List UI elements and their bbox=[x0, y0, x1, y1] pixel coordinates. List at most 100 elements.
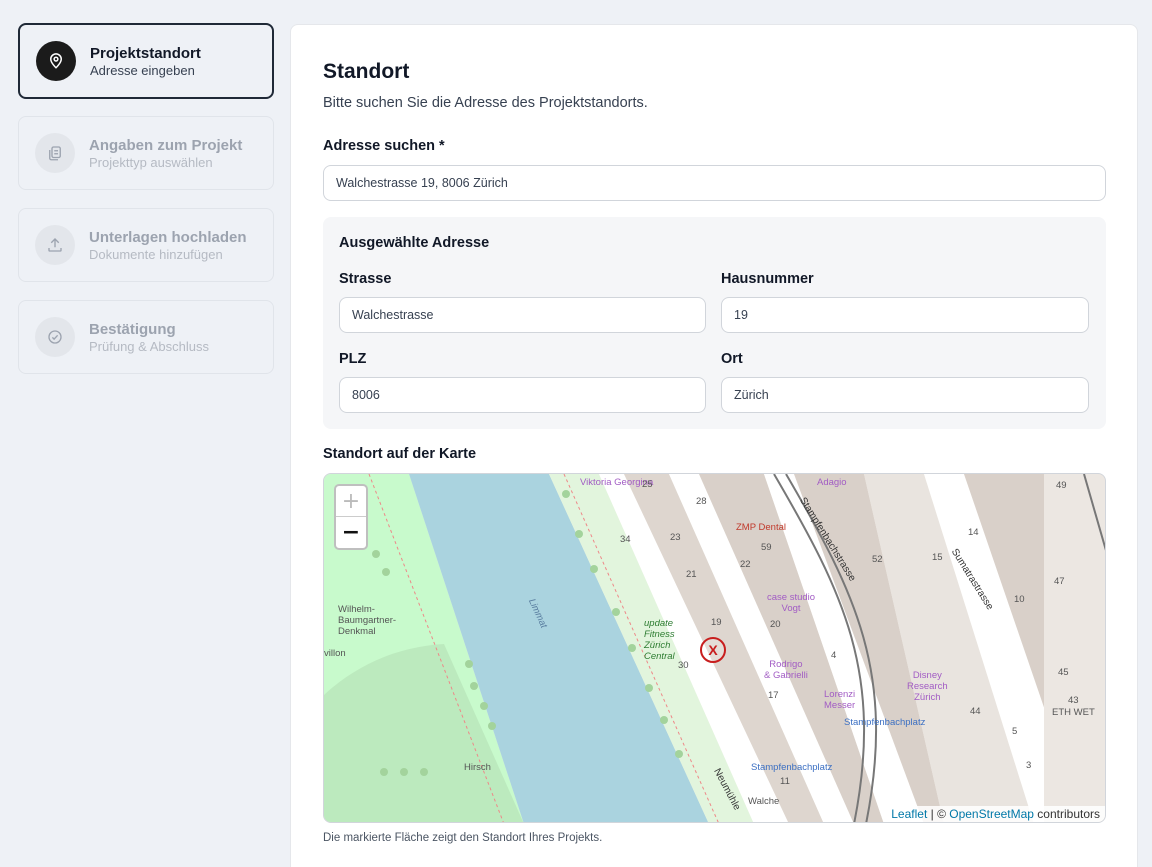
map-label-stampfenbachplatz-2: Stampfenbachplatz bbox=[751, 762, 833, 773]
house-number-label-3: 3 bbox=[1026, 760, 1032, 771]
map-label-line: Zürich bbox=[644, 640, 671, 651]
map-label-line: case studio bbox=[767, 592, 816, 603]
map-label: Standort auf der Karte bbox=[323, 446, 477, 462]
selected-address-panel: Ausgewählte Adresse Strasse Walchestrass… bbox=[323, 217, 1106, 429]
map-label-line: Fitness bbox=[644, 629, 675, 640]
street-label: Strasse bbox=[339, 271, 392, 287]
map-label-line: Lorenzi bbox=[824, 689, 856, 700]
attribution-suffix: contributors bbox=[1033, 807, 1100, 821]
zoom-in-button[interactable]: + bbox=[336, 486, 366, 517]
map-label-adagio: Adagio bbox=[817, 477, 847, 488]
house-number-label-44: 44 bbox=[970, 706, 981, 717]
address-search-input[interactable]: Walchestrasse 19, 8006 Zürich bbox=[323, 165, 1106, 201]
upload-icon bbox=[35, 225, 75, 265]
selected-address-title: Ausgewählte Adresse bbox=[339, 235, 490, 251]
house-number-label-20: 20 bbox=[770, 619, 781, 630]
map-label-line: Research bbox=[907, 681, 948, 692]
map-label-villon: villon bbox=[324, 648, 346, 659]
location-pin-icon bbox=[36, 41, 76, 81]
step-angaben-zum-projekt[interactable]: Angaben zum Projekt Projekttyp auswählen bbox=[18, 116, 274, 190]
map-label-line: Disney bbox=[912, 670, 942, 681]
map-label-line: Messer bbox=[824, 700, 856, 711]
map-label-eth-wet: ETH WET bbox=[1052, 707, 1095, 718]
map-label-update-fitness: update Fitness Zürich Central bbox=[644, 618, 675, 662]
step-bestaetigung[interactable]: Bestätigung Prüfung & Abschluss bbox=[18, 300, 274, 374]
street-value: Walchestrasse bbox=[352, 308, 434, 322]
location-map[interactable]: + − X Viktoria Georgina Adagio ZMP Denta… bbox=[323, 473, 1106, 823]
step-unterlagen-hochladen[interactable]: Unterlagen hochladen Dokumente hinzufüge… bbox=[18, 208, 274, 282]
map-caption: Die markierte Fläche zeigt den Standort … bbox=[323, 832, 603, 844]
map-label-case-studio: case studio Vogt bbox=[767, 592, 815, 614]
map-label-stampfenbachplatz-1: Stampfenbachplatz bbox=[844, 717, 926, 728]
house-number-label-22: 22 bbox=[740, 559, 751, 570]
map-attribution: Leaflet | © OpenStreetMap contributors bbox=[886, 806, 1105, 822]
attribution-separator: | © bbox=[927, 807, 950, 821]
house-number-field[interactable]: 19 bbox=[721, 297, 1089, 333]
map-label-line: Wilhelm- bbox=[338, 604, 375, 615]
step-subtitle: Dokumente hinzufügen bbox=[89, 246, 223, 262]
house-number-label-15: 15 bbox=[932, 552, 943, 563]
street-field[interactable]: Walchestrasse bbox=[339, 297, 706, 333]
city-label: Ort bbox=[721, 351, 743, 367]
house-number-label-49: 49 bbox=[1056, 480, 1067, 491]
map-label-line: Denkmal bbox=[338, 626, 376, 637]
house-number-label-11: 11 bbox=[780, 776, 790, 787]
map-label-walche: Walche bbox=[748, 796, 780, 807]
search-label: Adresse suchen * bbox=[323, 138, 445, 154]
map-label-line: & Gabrielli bbox=[764, 670, 808, 681]
house-number-label-52: 52 bbox=[872, 554, 883, 565]
house-number-label-5: 5 bbox=[1012, 726, 1018, 737]
main-card: Standort Bitte suchen Sie die Adresse de… bbox=[290, 24, 1138, 867]
house-number-label-19: 19 bbox=[711, 617, 722, 628]
step-subtitle: Prüfung & Abschluss bbox=[89, 338, 209, 354]
step-subtitle: Projekttyp auswählen bbox=[89, 154, 213, 170]
document-copy-icon bbox=[35, 133, 75, 173]
zip-label: PLZ bbox=[339, 351, 367, 367]
house-number-label-30: 30 bbox=[678, 660, 689, 671]
zip-value: 8006 bbox=[352, 388, 380, 402]
house-number-label: Hausnummer bbox=[721, 271, 814, 287]
house-number-label-21: 21 bbox=[686, 569, 697, 580]
map-label-line: Vogt bbox=[781, 603, 801, 614]
house-number-label-4: 4 bbox=[831, 650, 837, 661]
project-location-marker[interactable]: X bbox=[700, 637, 726, 663]
map-label-disney: Disney Research Zürich bbox=[907, 670, 948, 703]
zip-field[interactable]: 8006 bbox=[339, 377, 706, 413]
map-label-lorenzi: Lorenzi Messer bbox=[824, 689, 855, 711]
house-number-label-25: 25 bbox=[642, 479, 653, 490]
map-label-hirsch: Hirsch bbox=[464, 762, 491, 773]
check-circle-icon bbox=[35, 317, 75, 357]
step-title: Bestätigung bbox=[89, 320, 176, 338]
map-label-rodrigo: Rodrigo & Gabrielli bbox=[764, 659, 808, 681]
osm-link[interactable]: OpenStreetMap bbox=[949, 807, 1034, 821]
map-label-line: update bbox=[644, 618, 674, 629]
house-number-label-45: 45 bbox=[1058, 667, 1069, 678]
step-title: Unterlagen hochladen bbox=[89, 228, 247, 246]
map-zoom-control: + − bbox=[334, 484, 368, 550]
city-value: Zürich bbox=[734, 388, 769, 402]
leaflet-link[interactable]: Leaflet bbox=[891, 807, 927, 821]
map-label-line: Central bbox=[644, 651, 675, 662]
house-number-label-47: 47 bbox=[1054, 576, 1065, 587]
step-projektstandort[interactable]: Projektstandort Adresse eingeben bbox=[18, 23, 274, 99]
map-label-wilhelm: Wilhelm- Baumgartner- Denkmal bbox=[338, 604, 396, 637]
map-label-line: Baumgartner- bbox=[338, 615, 397, 626]
house-number-value: 19 bbox=[734, 308, 748, 322]
house-number-label-23: 23 bbox=[670, 532, 681, 543]
step-subtitle: Adresse eingeben bbox=[90, 62, 195, 78]
page-lead: Bitte suchen Sie die Adresse des Projekt… bbox=[323, 95, 648, 111]
house-number-label-17: 17 bbox=[768, 690, 779, 701]
map-label-zmp: ZMP Dental bbox=[736, 522, 786, 533]
house-number-label-14: 14 bbox=[968, 527, 979, 538]
address-search-value: Walchestrasse 19, 8006 Zürich bbox=[336, 176, 508, 190]
city-field[interactable]: Zürich bbox=[721, 377, 1089, 413]
house-number-label-10: 10 bbox=[1014, 594, 1025, 605]
step-title: Angaben zum Projekt bbox=[89, 136, 243, 154]
step-title: Projektstandort bbox=[90, 44, 201, 62]
house-number-label-59: 59 bbox=[761, 542, 772, 553]
house-number-label-28: 28 bbox=[696, 496, 707, 507]
zoom-out-button[interactable]: − bbox=[336, 517, 366, 548]
house-number-label-34: 34 bbox=[620, 534, 631, 545]
house-number-label-43: 43 bbox=[1068, 695, 1079, 706]
page-title: Standort bbox=[323, 60, 410, 83]
